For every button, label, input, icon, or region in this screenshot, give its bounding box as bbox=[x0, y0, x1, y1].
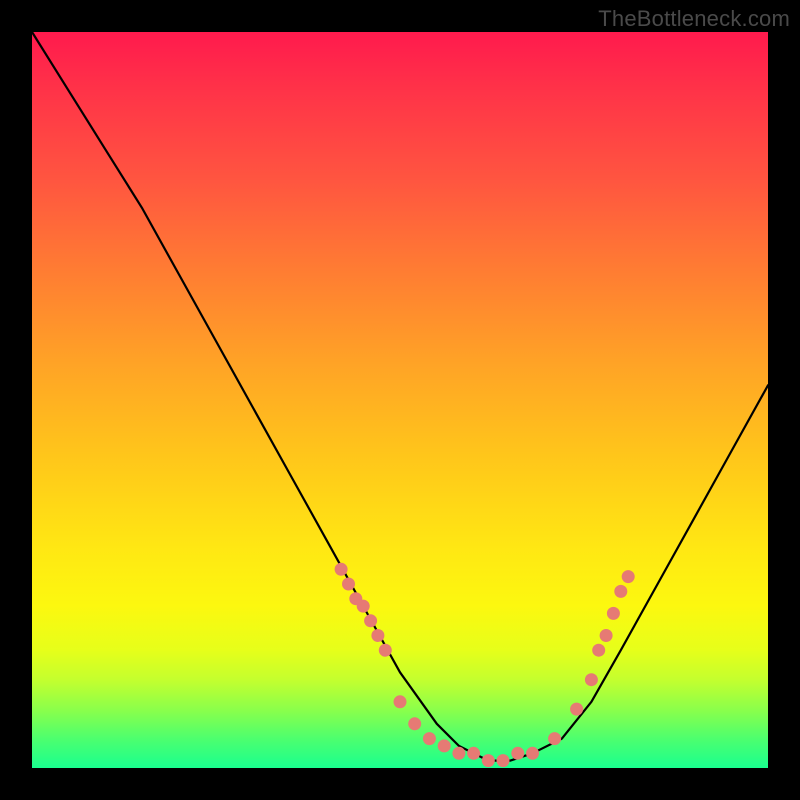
threshold-dot bbox=[452, 747, 465, 760]
threshold-dot bbox=[371, 629, 384, 642]
threshold-dot bbox=[614, 585, 627, 598]
threshold-dots bbox=[335, 563, 635, 767]
threshold-dot bbox=[600, 629, 613, 642]
chart-svg bbox=[32, 32, 768, 768]
plot-area bbox=[32, 32, 768, 768]
threshold-dot bbox=[379, 644, 392, 657]
bottleneck-curve bbox=[32, 32, 768, 761]
threshold-dot bbox=[622, 570, 635, 583]
threshold-dot bbox=[511, 747, 524, 760]
threshold-dot bbox=[548, 732, 561, 745]
watermark-text: TheBottleneck.com bbox=[598, 6, 790, 32]
threshold-dot bbox=[408, 717, 421, 730]
threshold-dot bbox=[570, 703, 583, 716]
threshold-dot bbox=[592, 644, 605, 657]
threshold-dot bbox=[585, 673, 598, 686]
threshold-dot bbox=[342, 578, 355, 591]
threshold-dot bbox=[423, 732, 436, 745]
threshold-dot bbox=[526, 747, 539, 760]
threshold-dot bbox=[607, 607, 620, 620]
threshold-dot bbox=[357, 600, 370, 613]
threshold-dot bbox=[438, 739, 451, 752]
threshold-dot bbox=[335, 563, 348, 576]
threshold-dot bbox=[467, 747, 480, 760]
threshold-dot bbox=[497, 754, 510, 767]
threshold-dot bbox=[364, 614, 377, 627]
chart-frame: TheBottleneck.com bbox=[0, 0, 800, 800]
threshold-dot bbox=[482, 754, 495, 767]
threshold-dot bbox=[394, 695, 407, 708]
